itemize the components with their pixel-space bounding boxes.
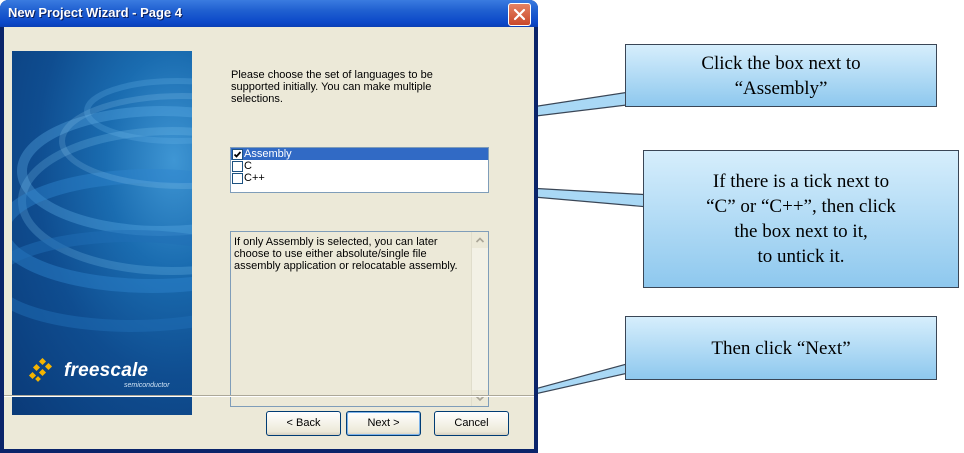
c-checkbox[interactable]	[232, 161, 243, 172]
assembly-checkbox[interactable]	[232, 149, 243, 160]
next-button[interactable]: Next >	[346, 411, 421, 436]
callout-line: “Assembly”	[734, 77, 828, 99]
chevron-down-icon	[475, 395, 485, 402]
chevron-up-icon	[475, 237, 485, 243]
freescale-logo-text: freescale	[64, 360, 149, 381]
language-label: C++	[244, 172, 265, 184]
title-bar[interactable]: New Project Wizard - Page 4	[0, 0, 538, 27]
untick-callout: If there is a tick next to “C” or “C++”,…	[643, 150, 959, 288]
callout-line: If there is a tick next to	[712, 171, 890, 192]
scroll-up-button[interactable]	[472, 232, 488, 248]
freescale-banner: freescale semiconductor	[12, 51, 192, 415]
description-scrollbar[interactable]	[471, 232, 488, 406]
next-callout: Then click “Next”	[625, 316, 937, 380]
language-item-cpp[interactable]: C++	[231, 172, 488, 184]
assembly-callout: Click the box next to “Assembly”	[625, 44, 937, 107]
callout-line: Then click “Next”	[711, 337, 851, 359]
wizard-body: freescale semiconductor Please choose th…	[4, 27, 534, 449]
cpp-checkbox[interactable]	[232, 173, 243, 184]
button-separator	[4, 395, 534, 397]
callout-line: the box next to it,	[734, 221, 868, 242]
language-item-assembly[interactable]: Assembly	[231, 148, 488, 160]
instruction-text: Please choose the set of languages to be…	[231, 69, 433, 105]
window-title: New Project Wizard - Page 4	[8, 5, 182, 20]
callout-line: Click the box next to	[701, 52, 861, 74]
callout-line: to untick it.	[757, 246, 845, 267]
language-list: Assembly C C++	[230, 147, 489, 193]
callout-line: “C” or “C++”, then click	[706, 196, 896, 217]
description-text: If only Assembly is selected, you can la…	[234, 236, 458, 272]
language-label: C	[244, 160, 252, 172]
description-box: If only Assembly is selected, you can la…	[230, 231, 489, 407]
close-button[interactable]	[508, 3, 531, 26]
freescale-logo-icon	[28, 358, 53, 382]
freescale-logo: freescale semiconductor	[28, 356, 188, 396]
check-icon	[233, 151, 242, 158]
wizard-window: New Project Wizard - Page 4 freescale se…	[0, 0, 538, 453]
cancel-button[interactable]: Cancel	[434, 411, 509, 436]
scroll-down-button[interactable]	[472, 390, 488, 406]
close-icon	[513, 8, 526, 21]
back-button[interactable]: < Back	[266, 411, 341, 436]
freescale-logo-subtext: semiconductor	[124, 382, 170, 389]
language-item-c[interactable]: C	[231, 160, 488, 172]
language-label: Assembly	[244, 148, 292, 160]
